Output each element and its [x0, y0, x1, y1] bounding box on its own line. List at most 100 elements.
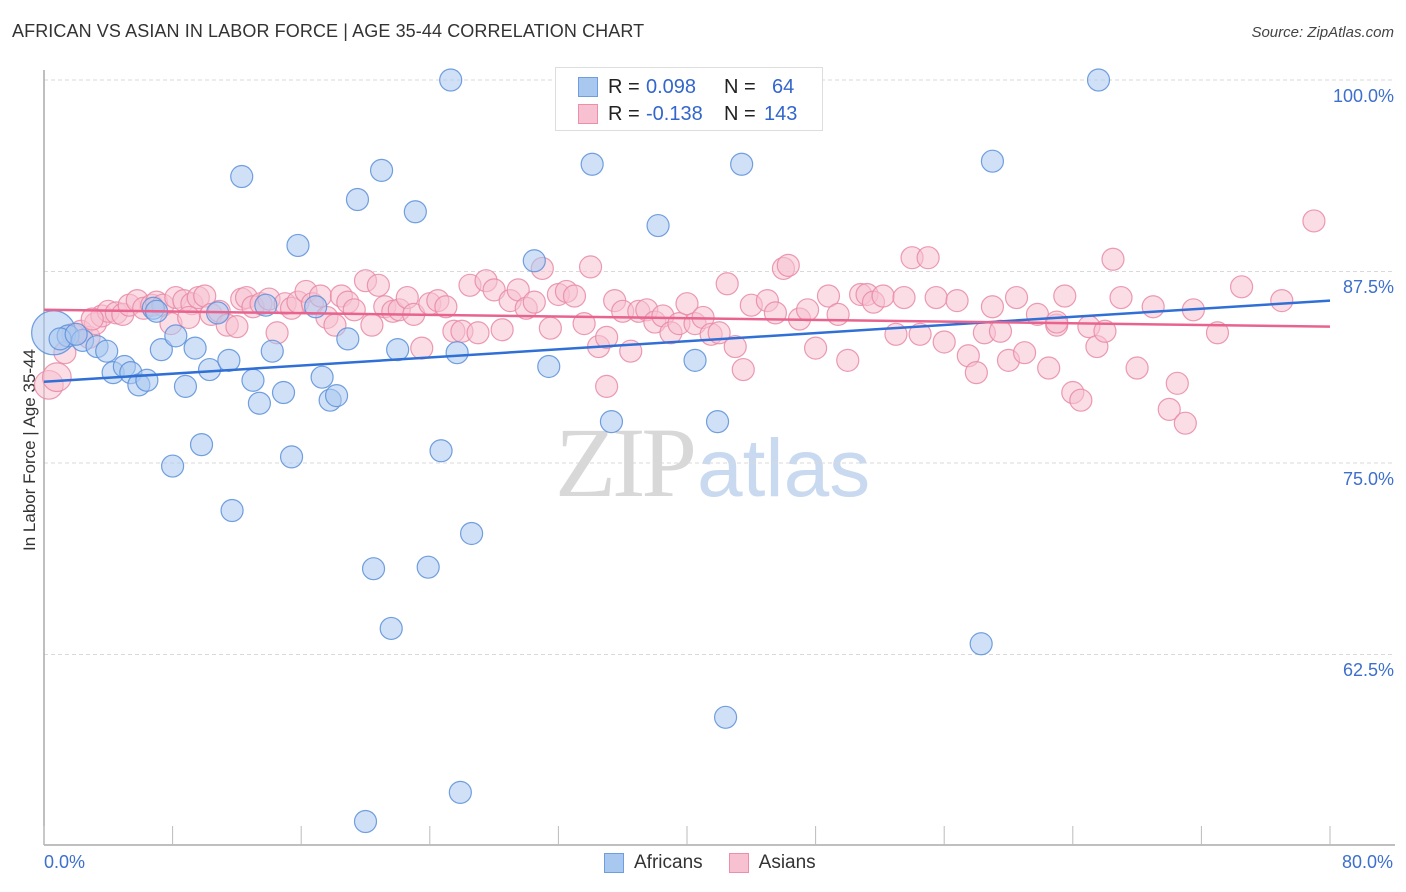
- asians-point: [795, 298, 820, 322]
- asians-point: [980, 295, 1005, 319]
- asians-point: [945, 289, 969, 313]
- y-tick-label: 75.0%: [1342, 469, 1394, 489]
- africans-point: [730, 152, 754, 176]
- asians-point: [715, 272, 739, 296]
- asians-point: [916, 246, 940, 270]
- africans-point: [230, 164, 254, 189]
- asians-point: [964, 361, 988, 385]
- y-tick-label: 100.0%: [1332, 86, 1394, 106]
- stats-legend: R = 0.098 N = 64 R = -0.138 N = 143: [555, 67, 823, 131]
- africans-point: [64, 322, 88, 346]
- n-label: N =: [724, 75, 756, 98]
- asians-point: [1109, 285, 1133, 310]
- africans-point: [310, 365, 334, 389]
- y-tick-label: 87.5%: [1342, 277, 1394, 297]
- asians-point: [1302, 209, 1326, 233]
- africans-point: [980, 149, 1005, 173]
- asians-point: [1270, 289, 1294, 313]
- n-value: 64: [772, 75, 795, 98]
- asians-point: [826, 302, 850, 326]
- africans-point: [522, 249, 546, 273]
- asians-point: [366, 273, 390, 297]
- africans-point: [713, 705, 738, 729]
- africans-point: [286, 233, 310, 258]
- legend-label-asians: Asians: [758, 852, 816, 873]
- africans-point: [580, 152, 604, 176]
- asians-point: [1229, 275, 1254, 299]
- asians-point: [342, 298, 366, 322]
- africans-legend-swatch: [604, 853, 624, 873]
- asians-point: [731, 357, 755, 382]
- asians-point: [892, 285, 916, 310]
- asians-point: [1101, 247, 1125, 271]
- asians-point: [1037, 356, 1061, 380]
- asians-point: [1125, 356, 1149, 380]
- asians-point: [562, 284, 587, 308]
- r-value: 0.098: [646, 75, 697, 98]
- africans-point: [260, 339, 284, 363]
- asians-point: [1012, 341, 1037, 365]
- africans-point: [416, 555, 440, 579]
- legend-item-asians[interactable]: Asians: [728, 852, 816, 874]
- africans-point: [324, 383, 349, 408]
- africans-point: [271, 380, 296, 405]
- africans-point: [361, 557, 386, 581]
- africans-point: [197, 357, 222, 382]
- asians-point: [1141, 295, 1165, 319]
- asians-point: [871, 284, 895, 308]
- asians-point: [360, 313, 384, 337]
- asians-point: [490, 318, 514, 342]
- asians-legend-swatch: [728, 853, 749, 873]
- asians-point: [803, 336, 828, 360]
- africans-point: [173, 374, 198, 398]
- asians-point: [932, 330, 956, 354]
- africans-point: [217, 348, 241, 372]
- r-label: R =: [608, 102, 640, 125]
- stats-row-asians: R = -0.138 N = 143: [578, 102, 797, 126]
- africans-point: [379, 616, 403, 641]
- x-tick-label-max: 80.0%: [1342, 852, 1394, 872]
- series-africans: [31, 68, 1111, 834]
- n-label: N =: [724, 102, 756, 125]
- asians-point: [836, 348, 860, 372]
- africans-point: [429, 439, 453, 463]
- asians-point: [41, 362, 72, 393]
- r-label: R =: [608, 75, 640, 98]
- africans-point: [403, 200, 427, 224]
- africans-point: [386, 338, 410, 362]
- asians-point: [410, 336, 434, 360]
- africans-point: [646, 213, 670, 238]
- africans-point: [279, 445, 304, 469]
- x-tick-label-min: 0.0%: [44, 852, 86, 872]
- africans-point: [969, 632, 993, 656]
- africans-point: [164, 324, 188, 348]
- asians-point: [1053, 284, 1077, 308]
- africans-point: [369, 158, 394, 182]
- legend-item-africans[interactable]: Africans: [604, 852, 703, 874]
- africans-point: [247, 391, 272, 415]
- asians-point: [1004, 285, 1029, 310]
- africans-point: [683, 348, 707, 372]
- asians-point: [1165, 371, 1189, 395]
- africans-point: [345, 187, 370, 212]
- africans-point: [1086, 68, 1111, 92]
- asians-swatch: [578, 104, 598, 124]
- asians-point: [776, 253, 800, 277]
- africans-point: [135, 368, 159, 392]
- africans-point: [183, 336, 207, 360]
- asians-point: [578, 255, 603, 279]
- asians-point: [538, 316, 562, 340]
- asians-point: [522, 290, 546, 314]
- asians-point: [595, 374, 619, 398]
- africans-point: [161, 454, 185, 478]
- africans-point: [459, 521, 484, 546]
- asians-point: [177, 305, 201, 330]
- asians-point: [924, 285, 948, 310]
- asians-point: [466, 321, 490, 345]
- africans-swatch: [578, 77, 598, 97]
- africans-point: [445, 341, 469, 365]
- asians-point: [1173, 411, 1197, 435]
- series-legend: Africans Asians: [604, 852, 842, 874]
- n-value: 143: [764, 102, 798, 125]
- africans-point: [353, 809, 378, 834]
